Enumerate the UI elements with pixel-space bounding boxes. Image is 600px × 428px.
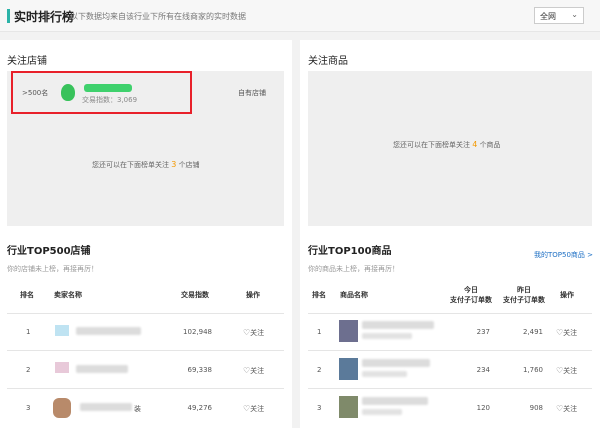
store-row-1-index: 102,948	[183, 328, 212, 336]
store-row-1-thumb	[55, 325, 69, 336]
col-action: 操作	[560, 291, 574, 299]
product-row-1-today: 237	[476, 328, 490, 336]
follow-label: 关注	[563, 405, 578, 413]
product-row-2-rank: 2	[317, 366, 322, 374]
tip-prefix: 您还可以在下面榜单关注	[393, 141, 470, 149]
product-row-3-thumb	[339, 396, 358, 418]
product-row-1-rank: 1	[317, 328, 322, 336]
product-row-2-follow[interactable]: ♡关注	[556, 366, 577, 376]
followed-products-title: 关注商品	[308, 56, 348, 67]
col-action: 操作	[246, 291, 260, 299]
follow-label: 关注	[563, 329, 578, 337]
product-row-3-today: 120	[476, 404, 490, 412]
tip-count: 3	[171, 160, 177, 169]
follow-label: 关注	[250, 367, 265, 375]
store-row-1-name-redacted	[76, 327, 141, 335]
product-row-2-name-redacted-2	[362, 371, 407, 377]
col-rank: 排名	[20, 291, 34, 299]
store-row-3-index: 49,276	[187, 404, 213, 412]
product-row-3-yesterday: 908	[529, 404, 543, 412]
divider	[7, 313, 284, 314]
product-row-3-rank: 3	[317, 404, 322, 412]
page-title: 实时排行榜	[14, 10, 75, 24]
product-row-1-follow[interactable]: ♡关注	[556, 328, 577, 338]
product-row-1-name-redacted-2	[362, 333, 412, 339]
store-avatar	[61, 84, 75, 101]
title-accent	[7, 9, 10, 23]
store-row-3-thumb	[53, 398, 71, 418]
col-rank: 排名	[312, 291, 326, 299]
scope-select[interactable]: 全网 ⌄	[534, 7, 584, 24]
page-description: 以下数据均来自该行业下所有在线商家的实时数据	[70, 12, 246, 21]
product-row-2-name-redacted	[362, 359, 430, 367]
col-trade-index: 交易指数	[181, 291, 209, 299]
store-row-3-name-tail: 装	[134, 405, 141, 413]
store-row-3-follow[interactable]: ♡关注	[243, 404, 264, 414]
product-row-2-yesterday: 1,760	[522, 366, 543, 374]
store-trade-index: 交易指数：3,069	[82, 96, 138, 104]
col-today-line1: 今日	[464, 286, 478, 294]
tip-prefix: 您还可以在下面榜单关注	[92, 161, 169, 169]
my-top50-link[interactable]: 我的TOP50商品 >	[534, 250, 593, 260]
product-row-3-name-redacted-2	[362, 409, 402, 415]
store-top500-subtitle: 你的店铺未上榜，再接再厉！	[7, 265, 98, 273]
own-store-tag: 自有店铺	[238, 89, 266, 97]
col-product-name: 商品名称	[340, 291, 368, 299]
product-row-1-thumb	[339, 320, 358, 342]
col-yesterday-line2: 支付子订单数	[503, 296, 545, 304]
store-row-2-follow[interactable]: ♡关注	[243, 366, 264, 376]
store-row-3-name-redacted	[80, 403, 132, 411]
product-top100-title: 行业TOP100商品	[308, 246, 392, 257]
store-row-2-rank: 2	[26, 366, 31, 374]
tip-suffix: 个店铺	[178, 161, 200, 169]
followed-products-tip: 您还可以在下面榜单关注 4 个商品	[393, 140, 501, 150]
product-row-3-name-redacted	[362, 397, 428, 405]
col-yesterday-line1: 昨日	[517, 286, 531, 294]
store-name-redacted	[84, 84, 132, 92]
divider	[308, 350, 592, 351]
store-row-2-index: 69,338	[187, 366, 213, 374]
divider	[7, 388, 284, 389]
tip-count: 4	[472, 140, 478, 149]
col-today-orders: 今日 支付子订单数	[447, 285, 495, 305]
header-bar: 实时排行榜 以下数据均来自该行业下所有在线商家的实时数据 全网 ⌄	[0, 0, 600, 32]
product-row-3-follow[interactable]: ♡关注	[556, 404, 577, 414]
store-row-2-name-redacted	[76, 365, 128, 373]
product-row-1-name-redacted	[362, 321, 434, 329]
product-row-1-yesterday: 2,491	[522, 328, 543, 336]
followed-stores-title: 关注店铺	[7, 56, 47, 67]
store-row-1-follow[interactable]: ♡关注	[243, 328, 264, 338]
product-top100-subtitle: 你的商品未上榜，再接再厉！	[308, 265, 399, 273]
product-row-2-today: 234	[476, 366, 490, 374]
tip-suffix: 个商品	[479, 141, 501, 149]
store-row-3-rank: 3	[26, 404, 31, 412]
scope-select-value: 全网	[540, 12, 556, 21]
col-seller: 卖家名称	[54, 291, 82, 299]
divider	[308, 388, 592, 389]
follow-label: 关注	[250, 405, 265, 413]
follow-label: 关注	[563, 367, 578, 375]
store-rank: >500名	[22, 89, 49, 97]
follow-label: 关注	[250, 329, 265, 337]
store-row-2-thumb	[55, 362, 69, 373]
product-row-2-thumb	[339, 358, 358, 380]
followed-stores-tip: 您还可以在下面榜单关注 3 个店铺	[92, 160, 200, 170]
divider	[7, 350, 284, 351]
store-row-1-rank: 1	[26, 328, 31, 336]
col-yesterday-orders: 昨日 支付子订单数	[500, 285, 548, 305]
store-top500-title: 行业TOP500店铺	[7, 246, 91, 257]
col-today-line2: 支付子订单数	[450, 296, 492, 304]
divider	[308, 313, 592, 314]
chevron-down-icon: ⌄	[571, 10, 578, 19]
